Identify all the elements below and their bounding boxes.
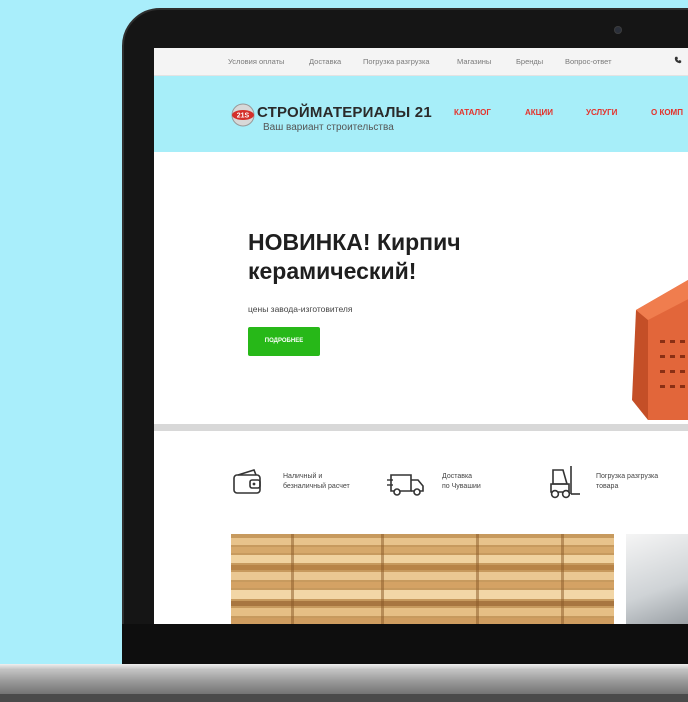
delivery-truck-icon: [387, 474, 424, 496]
feature-payment: Наличный и безналичный расчет: [283, 472, 350, 492]
logo-emblem-icon[interactable]: 21S: [230, 103, 256, 127]
hero-subtitle: цены завода-изготовителя: [248, 304, 353, 314]
nav-about[interactable]: О КОМП: [651, 108, 683, 117]
topbar-link-faq[interactable]: Вопрос-ответ: [565, 57, 612, 66]
hero-banner: НОВИНКА! Кирпич керамический! цены завод…: [154, 152, 688, 424]
brick-image: [632, 280, 688, 420]
nav-services[interactable]: УСЛУГИ: [586, 108, 617, 117]
topbar-link-loading[interactable]: Погрузка разгрузка: [363, 57, 430, 66]
top-bar: Условия оплаты Доставка Погрузка разгруз…: [154, 48, 688, 76]
section-divider: [154, 424, 688, 431]
forklift-icon: [550, 466, 580, 499]
topbar-link-delivery[interactable]: Доставка: [309, 57, 341, 66]
laptop-base-edge: [0, 664, 688, 670]
nav-promotions[interactable]: АКЦИИ: [525, 108, 553, 117]
wallet-icon: [233, 469, 261, 494]
lumber-photo[interactable]: [231, 534, 614, 624]
feature-delivery-line2: по Чувашии: [442, 483, 481, 490]
more-button[interactable]: ПОДРОБНЕЕ: [248, 327, 320, 356]
laptop-base: [0, 664, 688, 702]
hero-title: НОВИНКА! Кирпич керамический!: [248, 229, 461, 284]
browser-screen: Условия оплаты Доставка Погрузка разгруз…: [154, 48, 688, 624]
nav-catalog[interactable]: КАТАЛОГ: [454, 108, 491, 117]
feature-loading-line2: товара: [596, 483, 619, 490]
feature-payment-line2: безналичный расчет: [283, 483, 350, 490]
phone-icon[interactable]: [674, 56, 682, 64]
webcam: [614, 26, 622, 34]
site-header: 21S СТРОЙМАТЕРИАЛЫ 21 Ваш вариант строит…: [154, 76, 688, 152]
feature-payment-line1: Наличный и: [283, 473, 323, 480]
laptop-base-foot: [0, 694, 688, 702]
feature-loading-line1: Погрузка разгрузка: [596, 473, 659, 480]
feature-delivery: Доставка по Чувашии: [442, 472, 481, 492]
logo-title[interactable]: СТРОЙМАТЕРИАЛЫ 21: [257, 104, 432, 121]
feature-loading: Погрузка разгрузка товара: [596, 472, 658, 492]
feature-delivery-line1: Доставка: [442, 473, 473, 480]
logo-subtitle: Ваш вариант строительства: [263, 122, 394, 133]
logo-badge-text: 21S: [237, 113, 250, 120]
screen-bezel-bottom: [122, 624, 688, 664]
topbar-link-brands[interactable]: Бренды: [516, 57, 543, 66]
topbar-link-payment[interactable]: Условия оплаты: [228, 57, 284, 66]
drywall-photo[interactable]: [626, 534, 688, 624]
topbar-link-stores[interactable]: Магазины: [457, 57, 491, 66]
